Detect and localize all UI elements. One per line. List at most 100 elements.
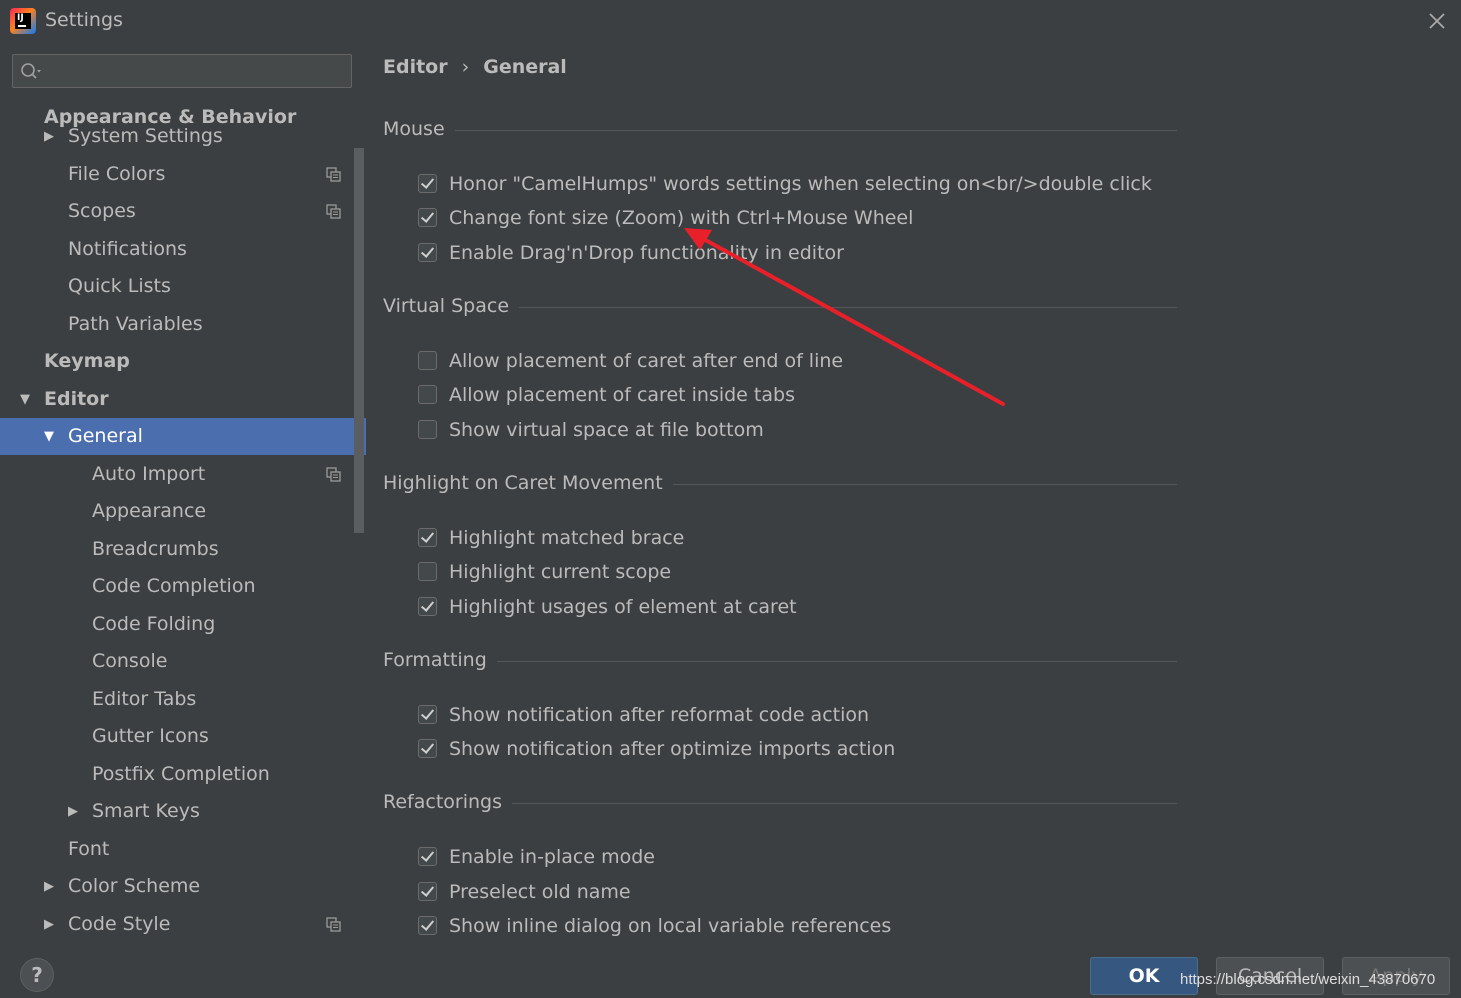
sidebar-item-gutter-icons[interactable]: Gutter Icons [0,718,366,755]
option-checkbox[interactable] [418,597,437,616]
collapse-arrow-icon[interactable]: ▶ [44,868,54,905]
sidebar-item-editor-tabs[interactable]: Editor Tabs [0,681,366,718]
option-checkbox[interactable] [418,420,437,439]
search-input[interactable] [49,58,348,86]
option-label: Change font size (Zoom) with Ctrl+Mouse … [449,207,914,229]
option-checkbox[interactable] [418,208,437,227]
sidebar-item-label: Scopes [68,200,136,222]
sidebar-item-label: Keymap [44,350,130,372]
sidebar-item-label: Quick Lists [68,275,171,297]
option-checkbox[interactable] [418,351,437,370]
sidebar-item-code-style[interactable]: ▶ Code Style [0,906,366,939]
section-title: Formatting [383,649,487,671]
sidebar-scrollbar[interactable] [354,148,364,533]
sidebar-item-label: Notifications [68,238,187,260]
option-label: Show inline dialog on local variable ref… [449,915,892,937]
sidebar-item-label: Breadcrumbs [92,538,219,560]
section-divider [455,130,1177,131]
project-level-copy-icon [326,467,341,482]
sidebar-item-editor[interactable]: ▼ Editor [0,381,366,418]
sidebar-item-label: Gutter Icons [92,725,209,747]
sidebar-item-label: File Colors [68,163,166,185]
project-level-copy-icon [326,917,341,932]
sidebar-item-breadcrumbs[interactable]: Breadcrumbs [0,531,366,568]
sidebar-item-label: Font [68,838,110,860]
option-checkbox[interactable] [418,916,437,935]
option-checkbox[interactable] [418,705,437,724]
sidebar-item-label: Auto Import [92,463,206,485]
option-checkbox[interactable] [418,562,437,581]
section-divider [673,484,1177,485]
sidebar-item-label: Code Folding [92,613,216,635]
project-level-copy-icon [326,204,341,219]
collapse-arrow-icon[interactable]: ▶ [68,793,78,830]
sidebar-item-label: Color Scheme [68,875,201,897]
option-label: Honor "CamelHumps" words settings when s… [449,173,1152,195]
sidebar-item-code-folding[interactable]: Code Folding [0,606,366,643]
sidebar-item-code-completion[interactable]: Code Completion [0,568,366,605]
option-label: Enable in-place mode [449,846,655,868]
project-level-copy-icon [326,167,341,182]
option-checkbox[interactable] [418,243,437,262]
sidebar-item-keymap[interactable]: Keymap [0,343,366,380]
option-label: Highlight matched brace [449,527,685,549]
sidebar-item-label: System Settings [68,125,223,147]
sidebar-item-notifications[interactable]: Notifications [0,231,366,268]
option-checkbox[interactable] [418,385,437,404]
sidebar-item-label: Code Style [68,913,171,935]
sidebar-item-label: Postfix Completion [92,763,270,785]
watermark-text: https://blog.csdn.net/weixin_43870670 [1180,971,1436,988]
expand-arrow-icon[interactable]: ▼ [20,381,30,418]
option-label: Highlight current scope [449,561,672,583]
option-checkbox[interactable] [418,882,437,901]
sidebar-item-label: Console [92,650,168,672]
option-label: Enable Drag'n'Drop functionality in edit… [449,242,844,264]
sidebar-item-postfix-completion[interactable]: Postfix Completion [0,756,366,793]
sidebar-item-path-variables[interactable]: Path Variables [0,306,366,343]
breadcrumb-separator: › [461,56,470,78]
search-field[interactable] [12,54,352,88]
section-divider [512,803,1177,804]
search-icon[interactable] [20,62,42,82]
sidebar-item-color-scheme[interactable]: ▶ Color Scheme [0,868,366,905]
breadcrumb-parent[interactable]: Editor [383,56,448,78]
collapse-arrow-icon[interactable]: ▶ [44,906,54,939]
settings-tree: Appearance & Behavior ▶ System Settings Fil… [0,44,366,939]
expand-arrow-icon[interactable]: ▼ [44,418,54,455]
help-button[interactable]: ? [20,958,54,992]
sidebar-item-general[interactable]: ▼ General [0,418,366,455]
sidebar-item-label: General [68,425,143,447]
sidebar-item-label: Editor Tabs [92,688,197,710]
section-title: Refactorings [383,791,502,813]
section-divider [519,307,1177,308]
option-checkbox[interactable] [418,739,437,758]
option-checkbox[interactable] [418,528,437,547]
settings-sidebar: Appearance & Behavior ▶ System Settings Fil… [0,44,366,939]
sidebar-item-auto-import[interactable]: Auto Import [0,456,366,493]
collapse-arrow-icon[interactable]: ▶ [44,118,54,155]
option-checkbox[interactable] [418,174,437,193]
sidebar-item-file-colors[interactable]: File Colors [0,156,366,193]
option-label: Show notification after optimize imports… [449,738,896,760]
section-divider [497,661,1177,662]
section-title: Highlight on Caret Movement [383,472,663,494]
option-label: Show virtual space at file bottom [449,419,764,441]
sidebar-item-label: Editor [44,388,109,410]
sidebar-item-label: Appearance [92,500,207,522]
option-label: Highlight usages of element at caret [449,596,797,618]
sidebar-item-scopes[interactable]: Scopes [0,193,366,230]
breadcrumb-current: General [483,56,567,78]
sidebar-item-font[interactable]: Font [0,831,366,868]
settings-content: Editor › General Mouse Honor "CamelHumps" w… [366,44,1461,939]
sidebar-item-quick-lists[interactable]: Quick Lists [0,268,366,305]
sidebar-item-system-settings[interactable]: ▶ System Settings [0,118,366,155]
sidebar-item-label: Path Variables [68,313,203,335]
close-icon[interactable] [1424,8,1450,34]
section-title: Virtual Space [383,295,510,317]
sidebar-item-appearance[interactable]: Appearance [0,493,366,530]
option-checkbox[interactable] [418,847,437,866]
breadcrumb: Editor › General [383,56,567,78]
section-title: Mouse [383,118,445,140]
sidebar-item-smart-keys[interactable]: ▶ Smart Keys [0,793,366,830]
sidebar-item-console[interactable]: Console [0,643,366,680]
